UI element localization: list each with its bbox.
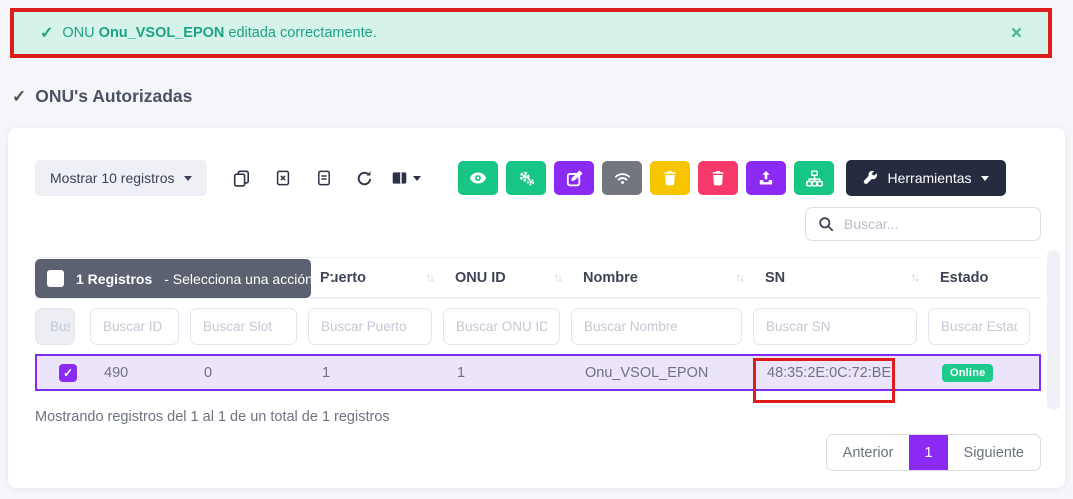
search-icon xyxy=(818,216,834,232)
column-label: SN xyxy=(765,270,785,286)
search-row xyxy=(35,207,1041,241)
filter-sn-input[interactable] xyxy=(753,308,917,345)
current-page-button[interactable]: 1 xyxy=(909,435,947,470)
filter-onu-id-input[interactable] xyxy=(443,308,560,345)
export-file-button[interactable] xyxy=(303,161,344,195)
records-info: Mostrando registros del 1 al 1 de un tot… xyxy=(35,409,1041,425)
trash-icon xyxy=(710,170,726,186)
next-page-button[interactable]: Siguiente xyxy=(948,435,1040,470)
search-box xyxy=(805,207,1041,241)
page-title: ✓ ONU's Autorizadas xyxy=(12,86,192,107)
page-title-text: ONU's Autorizadas xyxy=(35,86,192,107)
column-visibility-button[interactable] xyxy=(385,161,426,195)
export-icon-group xyxy=(221,161,426,195)
column-header-onu-id[interactable]: ONU ID ↑↓ xyxy=(443,270,571,286)
chevron-down-icon xyxy=(184,176,192,181)
wrench-icon xyxy=(863,171,878,186)
refresh-button[interactable] xyxy=(344,161,385,195)
sitemap-icon xyxy=(806,170,823,187)
alert-message: ONU Onu_VSOL_EPON editada correctamente. xyxy=(62,25,376,41)
cell-estado: Online xyxy=(930,364,1039,382)
edit-icon xyxy=(566,170,583,187)
cell-nombre: Onu_VSOL_EPON xyxy=(573,365,755,381)
tools-label: Herramientas xyxy=(887,170,971,186)
chevron-down-icon xyxy=(413,176,421,181)
edit-button[interactable] xyxy=(554,161,594,195)
wifi-button[interactable] xyxy=(602,161,642,195)
sort-icon: ↑↓ xyxy=(736,272,744,284)
filter-slot-input[interactable] xyxy=(190,308,297,345)
search-input[interactable] xyxy=(844,216,1028,232)
close-icon[interactable]: × xyxy=(1011,24,1022,43)
network-button[interactable] xyxy=(794,161,834,195)
config-button[interactable] xyxy=(506,161,546,195)
sn-value: 48:35:2E:0C:72:BE xyxy=(767,365,891,381)
export-excel-button[interactable] xyxy=(262,161,303,195)
alert-suffix: editada correctamente. xyxy=(228,25,376,41)
filter-row xyxy=(35,306,1041,346)
trash-yellow-button[interactable] xyxy=(650,161,690,195)
chevron-down-icon xyxy=(327,276,335,281)
column-label: ONU ID xyxy=(455,270,506,286)
table-header-row: 1 Registros - Selecciona una acción Puer… xyxy=(35,257,1041,299)
tools-dropdown-button[interactable]: Herramientas xyxy=(846,160,1005,196)
excel-icon xyxy=(275,170,291,186)
show-entries-label: Mostrar 10 registros xyxy=(50,170,174,186)
toolbar: Mostrar 10 registros xyxy=(35,160,1041,196)
filter-puerto-input[interactable] xyxy=(308,308,432,345)
filter-estado-input[interactable] xyxy=(928,308,1030,345)
selection-action-label: - Selecciona una acción xyxy=(164,271,313,287)
status-badge: Online xyxy=(942,364,993,382)
column-header-nombre[interactable]: Nombre ↑↓ xyxy=(571,270,753,286)
check-icon: ✓ xyxy=(40,23,53,43)
copy-button[interactable] xyxy=(221,161,262,195)
pagination: Anterior 1 Siguiente xyxy=(826,434,1041,471)
columns-icon xyxy=(391,170,408,186)
cell-onu-id: 1 xyxy=(445,365,573,381)
column-label: Estado xyxy=(940,270,988,286)
table-card: Mostrar 10 registros xyxy=(8,128,1065,488)
row-action-buttons xyxy=(458,161,834,195)
check-icon: ✓ xyxy=(12,87,26,107)
column-header-sn[interactable]: SN ↑↓ xyxy=(753,270,928,286)
file-icon xyxy=(316,170,332,186)
cell-slot: 0 xyxy=(192,365,310,381)
cell-sn: 48:35:2E:0C:72:BE xyxy=(755,365,930,381)
sort-icon: ↑↓ xyxy=(911,272,919,284)
alert-prefix: ONU xyxy=(62,25,94,41)
chevron-down-icon xyxy=(981,176,989,181)
selected-count: 1 Registros xyxy=(76,271,152,287)
refresh-icon xyxy=(356,170,373,187)
filter-checkbox-input xyxy=(35,308,75,345)
copy-icon xyxy=(233,170,250,187)
cell-id: 490 xyxy=(92,365,192,381)
trash-icon xyxy=(662,170,678,186)
sort-icon: ↑↓ xyxy=(554,272,562,284)
alert-onu-name: Onu_VSOL_EPON xyxy=(99,25,225,41)
table-row[interactable]: ✓ 490 0 1 1 Onu_VSOL_EPON 48:35:2E:0C:72… xyxy=(35,354,1041,391)
show-entries-dropdown[interactable]: Mostrar 10 registros xyxy=(35,160,207,196)
row-checkbox-cell: ✓ xyxy=(37,364,92,382)
trash-red-button[interactable] xyxy=(698,161,738,195)
filter-nombre-input[interactable] xyxy=(571,308,742,345)
row-checkbox[interactable]: ✓ xyxy=(59,364,77,382)
eye-icon xyxy=(469,169,487,187)
pagination-row: Anterior 1 Siguiente xyxy=(35,434,1041,471)
gears-icon xyxy=(518,170,535,187)
selection-action-dropdown[interactable]: 1 Registros - Selecciona una acción xyxy=(35,259,311,298)
sort-icon: ↑↓ xyxy=(426,272,434,284)
upload-button[interactable] xyxy=(746,161,786,195)
previous-page-button[interactable]: Anterior xyxy=(827,435,910,470)
wifi-icon xyxy=(613,170,632,187)
view-button[interactable] xyxy=(458,161,498,195)
select-all-checkbox[interactable] xyxy=(47,270,64,287)
table-scrollbar[interactable] xyxy=(1047,250,1060,410)
upload-icon xyxy=(758,170,774,186)
column-header-estado[interactable]: Estado xyxy=(928,270,1041,286)
success-alert: ✓ ONU Onu_VSOL_EPON editada correctament… xyxy=(10,8,1052,58)
cell-puerto: 1 xyxy=(310,365,445,381)
column-label: Nombre xyxy=(583,270,638,286)
filter-id-input[interactable] xyxy=(90,308,179,345)
